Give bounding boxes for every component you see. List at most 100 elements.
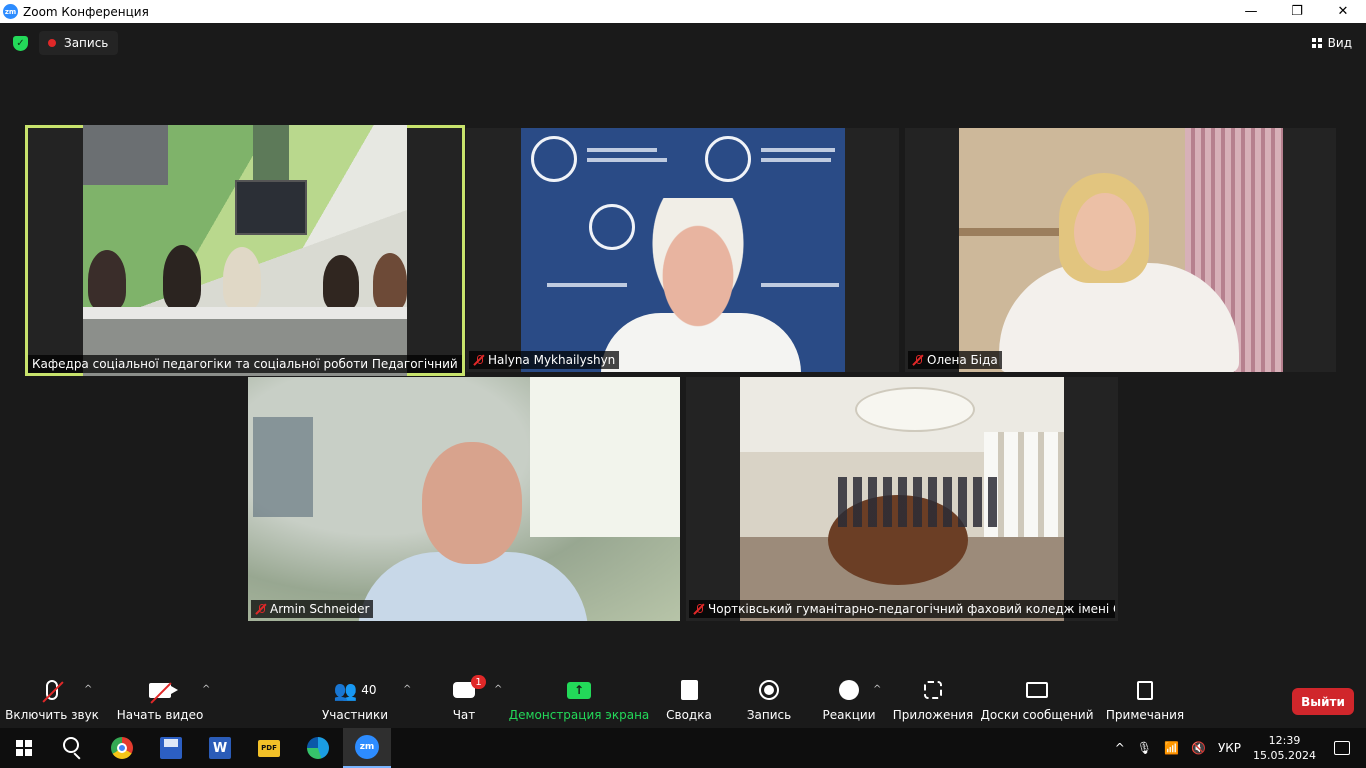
notes-button[interactable]: Примечания bbox=[1106, 672, 1184, 728]
participant-face bbox=[643, 198, 753, 328]
participant-video bbox=[959, 128, 1283, 372]
video-tile[interactable]: Олена Біда bbox=[905, 128, 1336, 372]
mic-muted-icon bbox=[693, 603, 705, 615]
participant-name-tag: Чортківський гуманітарно-педагогічний фа… bbox=[689, 600, 1115, 618]
share-screen-button[interactable]: ↑ Демонстрация экрана bbox=[509, 672, 649, 728]
panelist bbox=[373, 253, 407, 310]
video-tile[interactable]: Armin Schneider bbox=[248, 377, 680, 621]
unmute-button[interactable]: Включить звук bbox=[5, 672, 99, 728]
chat-options-caret[interactable]: ^ bbox=[494, 684, 504, 695]
panelist bbox=[323, 255, 359, 310]
wifi-icon[interactable]: 📶 bbox=[1164, 741, 1179, 755]
language-indicator[interactable]: УКР bbox=[1218, 741, 1241, 755]
chrome-icon bbox=[111, 737, 133, 759]
participant-name-tag: Олена Біда bbox=[908, 351, 1002, 369]
university-seal bbox=[531, 136, 577, 182]
zoom-icon: zm bbox=[355, 735, 379, 759]
participant-name-tag: Armin Schneider bbox=[251, 600, 374, 618]
reactions-button[interactable]: Реакции bbox=[822, 672, 876, 728]
taskbar-file-manager[interactable]: PDF bbox=[245, 728, 293, 768]
view-button[interactable]: Вид bbox=[1311, 36, 1352, 50]
seated-students bbox=[838, 477, 998, 527]
microphone-icon[interactable]: 🎙 bbox=[1137, 741, 1152, 755]
chat-label: Чат bbox=[452, 708, 476, 722]
university-sign bbox=[83, 125, 168, 185]
summary-label: Сводка bbox=[666, 708, 712, 722]
tray-chevron-icon[interactable]: ^ bbox=[1115, 741, 1125, 755]
university-seal bbox=[589, 204, 635, 250]
record-label: Запись bbox=[746, 708, 792, 722]
seal-caption bbox=[761, 158, 831, 162]
apps-label: Приложения bbox=[892, 708, 974, 722]
participant-face bbox=[1074, 193, 1136, 271]
wall-ornament bbox=[253, 125, 289, 185]
start-video-label: Начать видео bbox=[116, 708, 204, 722]
participant-name-tag: Halyna Mykhailyshyn bbox=[469, 351, 620, 369]
chat-badge: 1 bbox=[471, 675, 486, 689]
whiteboard-icon bbox=[1026, 682, 1048, 698]
participants-options-caret[interactable]: ^ bbox=[403, 684, 413, 695]
taskbar-zoom[interactable]: zm bbox=[343, 728, 391, 768]
participant-name: Armin Schneider bbox=[270, 602, 370, 616]
seal-caption bbox=[761, 283, 839, 287]
panelist bbox=[163, 245, 201, 310]
zoom-logo-icon: zm bbox=[3, 4, 18, 19]
wall-painting bbox=[253, 417, 313, 517]
participants-button[interactable]: 👥 40 Участники bbox=[322, 672, 388, 728]
restore-button[interactable]: ❐ bbox=[1274, 0, 1320, 23]
chat-button[interactable]: 1 Чат bbox=[444, 672, 486, 728]
audio-options-caret[interactable]: ^ bbox=[84, 684, 94, 695]
clock[interactable]: 12:39 15.05.2024 bbox=[1253, 733, 1316, 763]
participant-video bbox=[740, 377, 1064, 621]
summary-icon bbox=[680, 680, 698, 700]
wall-monitor bbox=[235, 180, 307, 235]
notifications-icon[interactable] bbox=[1334, 741, 1350, 755]
video-tile[interactable]: Halyna Mykhailyshyn bbox=[466, 128, 899, 372]
record-button[interactable]: Запись bbox=[744, 672, 794, 728]
video-tile[interactable]: Чортківський гуманітарно-педагогічний фа… bbox=[686, 377, 1118, 621]
leave-meeting-button[interactable]: Выйти bbox=[1292, 688, 1354, 715]
close-button[interactable]: ✕ bbox=[1320, 0, 1366, 23]
seal-caption bbox=[761, 148, 835, 152]
summary-button[interactable]: Сводка bbox=[664, 672, 714, 728]
recording-indicator[interactable]: Запись bbox=[39, 31, 119, 55]
record-icon bbox=[759, 680, 779, 700]
notes-label: Примечания bbox=[1105, 708, 1185, 722]
minimize-button[interactable]: — bbox=[1228, 0, 1274, 23]
reactions-options-caret[interactable]: ^ bbox=[873, 684, 883, 695]
word-icon: W bbox=[209, 737, 231, 759]
taskbar-chrome[interactable] bbox=[98, 728, 146, 768]
taskbar-save-app[interactable] bbox=[147, 728, 195, 768]
mic-muted-icon bbox=[473, 354, 485, 366]
video-tile-active-speaker[interactable]: Кафедра соціальної педагогіки та соціаль… bbox=[25, 125, 465, 376]
taskbar-edge[interactable] bbox=[294, 728, 342, 768]
reactions-label: Реакции bbox=[822, 708, 876, 722]
search-icon[interactable] bbox=[63, 737, 79, 753]
whiteboards-button[interactable]: Доски сообщений bbox=[981, 672, 1094, 728]
shield-check-icon[interactable]: ✓ bbox=[13, 35, 28, 51]
panelist bbox=[223, 247, 261, 310]
video-options-caret[interactable]: ^ bbox=[202, 684, 212, 695]
meeting-topbar: ✓ Запись Вид bbox=[0, 23, 1366, 63]
window-title: Zoom Конференция bbox=[23, 4, 149, 19]
share-screen-label: Демонстрация экрана bbox=[508, 708, 650, 722]
participants-icon: 👥 bbox=[333, 679, 358, 702]
seal-caption bbox=[547, 283, 627, 287]
meeting-toolbar: Включить звук ^ Начать видео ^ 👥 40 Учас… bbox=[0, 672, 1366, 728]
view-label: Вид bbox=[1327, 36, 1352, 50]
record-dot-icon bbox=[48, 39, 56, 47]
participant-video bbox=[248, 377, 680, 621]
start-video-button[interactable]: Начать видео bbox=[116, 672, 204, 728]
apps-icon bbox=[924, 681, 942, 699]
taskbar-word[interactable]: W bbox=[196, 728, 244, 768]
participant-name: Чортківський гуманітарно-педагогічний фа… bbox=[708, 602, 1115, 616]
participant-video bbox=[521, 128, 845, 372]
floppy-disk-icon bbox=[160, 737, 182, 759]
window-titlebar: zm Zoom Конференция — ❐ ✕ bbox=[0, 0, 1366, 23]
volume-muted-icon[interactable]: 🔇 bbox=[1191, 741, 1206, 755]
grid-view-icon bbox=[1311, 38, 1322, 48]
windows-taskbar: W PDF zm ^ 🎙 📶 🔇 УКР 12:39 15.05.2024 bbox=[0, 728, 1366, 768]
windows-start-icon[interactable] bbox=[16, 740, 32, 756]
apps-button[interactable]: Приложения bbox=[893, 672, 973, 728]
clock-time: 12:39 bbox=[1268, 734, 1301, 747]
